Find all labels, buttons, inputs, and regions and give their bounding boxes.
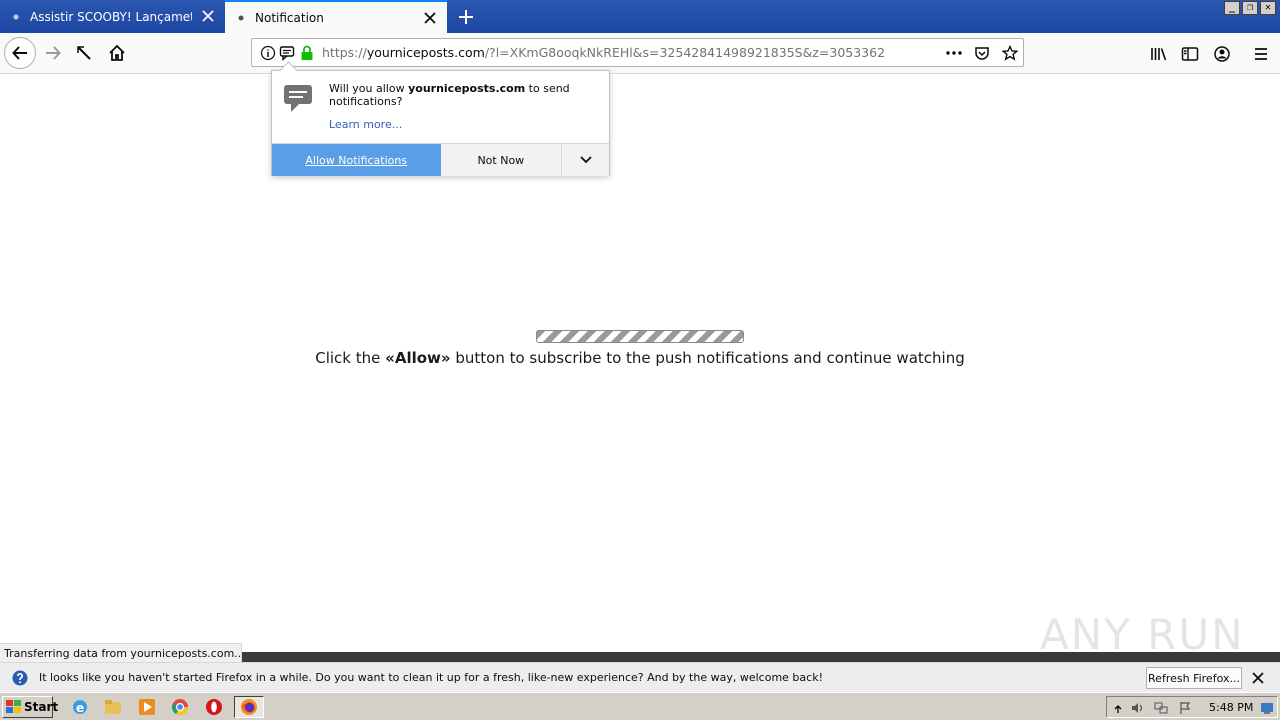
- navigation-toolbar: https://yourniceposts.com/?l=XKmG8ooqkNk…: [0, 33, 1280, 74]
- popup-buttons: Allow Notifications Not Now: [272, 143, 609, 176]
- firefox-icon: [241, 699, 257, 715]
- notification-permission-popup: Will you allow yourniceposts.com to send…: [271, 61, 610, 176]
- account-icon[interactable]: [1213, 45, 1231, 63]
- media-player-icon[interactable]: [138, 698, 156, 716]
- info-icon[interactable]: [260, 45, 276, 61]
- svg-text:e: e: [76, 701, 84, 715]
- allow-notifications-button[interactable]: Allow Notifications: [272, 144, 441, 176]
- loading-progress-bar: [536, 330, 744, 343]
- start-button[interactable]: Start: [2, 696, 58, 718]
- page-actions-icon[interactable]: [945, 45, 962, 61]
- instruction-start: Click the: [315, 349, 386, 367]
- tray-expand-icon[interactable]: [1111, 701, 1125, 715]
- menu-hamburger-icon[interactable]: [1252, 45, 1270, 63]
- close-tab-icon[interactable]: [201, 9, 215, 23]
- url-path: /?l=XKmG8ooqkNkREHl&s=32542841498921835S…: [484, 45, 886, 60]
- url-scheme: https://: [322, 45, 367, 60]
- start-label: Start: [24, 700, 59, 714]
- windows-logo-icon: [6, 700, 22, 714]
- message-prefix: Will you allow: [329, 82, 409, 95]
- back-button[interactable]: [4, 37, 36, 69]
- library-icon[interactable]: [1150, 45, 1168, 63]
- show-desktop-icon[interactable]: [1260, 701, 1274, 715]
- dot-icon: [8, 9, 24, 25]
- chrome-icon[interactable]: [171, 698, 189, 716]
- volume-icon[interactable]: [1130, 701, 1144, 715]
- internet-explorer-icon[interactable]: e: [71, 698, 89, 716]
- home-icon[interactable]: [101, 37, 133, 69]
- action-center-flag-icon[interactable]: [1178, 701, 1192, 715]
- new-tab-icon[interactable]: [456, 7, 476, 27]
- network-icon[interactable]: [1154, 701, 1168, 715]
- question-icon: [12, 670, 28, 686]
- infobar-message: It looks like you haven't started Firefo…: [39, 671, 823, 684]
- not-now-button[interactable]: Not Now: [440, 144, 563, 176]
- sidebar-icon[interactable]: [1181, 45, 1199, 63]
- lock-icon[interactable]: [299, 45, 315, 61]
- window-close-button[interactable]: ✕: [1260, 1, 1276, 15]
- anyrun-watermark: ANY RUN: [1040, 610, 1245, 659]
- learn-more-link[interactable]: Learn more...: [329, 118, 402, 131]
- tab-title: Assistir SCOOBY! Lançameto 2020: [30, 9, 192, 24]
- refresh-firefox-notification-bar: It looks like you haven't started Firefo…: [0, 662, 1280, 692]
- opera-icon[interactable]: [205, 698, 223, 716]
- chevron-down-icon[interactable]: [562, 144, 609, 176]
- pocket-icon[interactable]: [974, 45, 990, 61]
- firefox-taskbar-button[interactable]: [234, 696, 264, 718]
- address-bar[interactable]: https://yourniceposts.com/?l=XKmG8ooqkNk…: [251, 38, 1024, 67]
- status-panel: Transferring data from yourniceposts.com…: [0, 643, 242, 662]
- close-tab-icon[interactable]: [423, 11, 437, 25]
- notification-chat-icon: [282, 82, 314, 114]
- url-host: yourniceposts.com: [366, 45, 485, 60]
- window-controls: _ ❐ ✕: [1224, 1, 1276, 15]
- restore-button[interactable]: ❐: [1242, 1, 1258, 15]
- clock: 5:48 PM: [1209, 701, 1254, 714]
- requesting-site: yourniceposts.com: [408, 82, 526, 95]
- forward-button[interactable]: [37, 37, 69, 69]
- minimize-button[interactable]: _: [1224, 1, 1240, 15]
- windows-taskbar: Start e 5:48 PM: [0, 692, 1280, 720]
- dot-icon: [233, 10, 249, 26]
- tab-notification[interactable]: Notification: [225, 0, 447, 33]
- refresh-firefox-button[interactable]: Refresh Firefox...: [1146, 667, 1242, 689]
- close-icon[interactable]: [1251, 671, 1265, 685]
- file-explorer-icon[interactable]: [104, 698, 122, 716]
- permission-message: Will you allow yourniceposts.com to send…: [329, 82, 579, 108]
- system-tray: 5:48 PM: [1106, 696, 1278, 718]
- bookmark-star-icon[interactable]: [1002, 45, 1018, 61]
- url-text[interactable]: https://yourniceposts.com/?l=XKmG8ooqkNk…: [322, 45, 885, 60]
- tab-title: Notification: [255, 10, 324, 25]
- tab-scooby[interactable]: Assistir SCOOBY! Lançameto 2020: [0, 0, 225, 33]
- tab-strip: Assistir SCOOBY! Lançameto 2020 Notifica…: [0, 0, 1280, 33]
- instruction-allow-word: «Allow»: [385, 349, 451, 367]
- stop-loading-icon[interactable]: [68, 37, 100, 69]
- notification-permission-icon[interactable]: [279, 45, 295, 61]
- subscribe-instruction: Click the «Allow» button to subscribe to…: [0, 349, 1280, 367]
- instruction-end: button to subscribe to the push notifica…: [450, 349, 965, 367]
